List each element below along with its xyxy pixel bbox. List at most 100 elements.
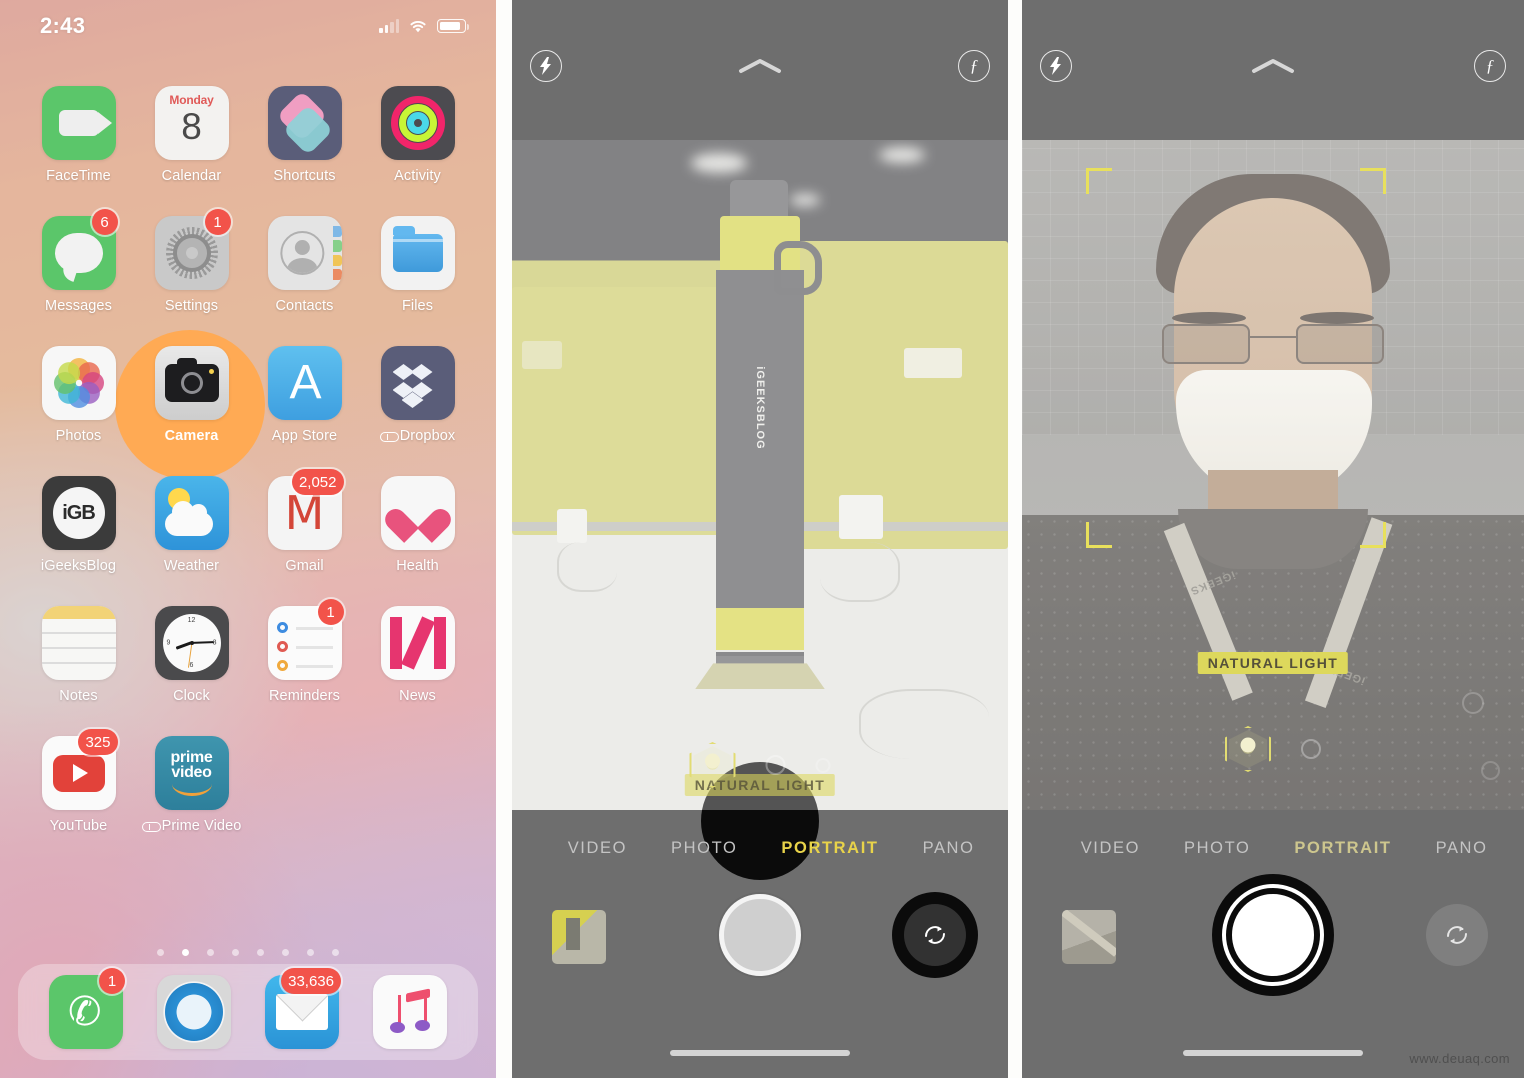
flip-camera-icon[interactable] <box>1426 904 1488 966</box>
flash-icon[interactable] <box>1040 50 1072 82</box>
page-dots[interactable] <box>0 949 496 956</box>
app-label: Shortcuts <box>273 168 336 184</box>
app-icon-notes[interactable]: Notes <box>22 606 135 704</box>
dock-item-safari[interactable] <box>157 975 231 1049</box>
lighting-option[interactable] <box>1462 692 1484 714</box>
camera-preview-rear[interactable]: iGEEKSBLOG NATURAL LIGHT <box>512 140 1008 810</box>
lighting-option[interactable] <box>1301 739 1321 759</box>
lighting-label: NATURAL LIGHT <box>1197 652 1349 674</box>
carabiner <box>774 240 822 295</box>
mode-portrait[interactable]: PORTRAIT <box>759 839 900 858</box>
app-icon-news[interactable]: News <box>361 606 474 704</box>
app-icon-app-store[interactable]: A App Store <box>248 346 361 444</box>
mode-selector[interactable]: VIDEO PHOTO PORTRAIT PANO <box>1022 828 1524 868</box>
calendar-weekday: Monday <box>169 93 214 107</box>
cellular-bars-icon <box>379 19 399 33</box>
notes-icon <box>41 606 116 680</box>
app-label: iGeeksBlog <box>40 558 117 574</box>
icloud-download-icon <box>141 819 161 832</box>
app-label: News <box>399 688 436 704</box>
portrait-lighting-cube-icon[interactable] <box>1225 726 1271 772</box>
app-label: Gmail <box>285 558 324 574</box>
shutter-row <box>1022 874 1524 1008</box>
app-icon-igeeksblog[interactable]: iGB iGeeksBlog <box>22 476 135 574</box>
app-icon-prime-video[interactable]: prime video Prime Video <box>135 736 248 834</box>
app-icon-weather[interactable]: Weather <box>135 476 248 574</box>
wifi-icon <box>410 20 426 32</box>
app-icon-health[interactable]: Health <box>361 476 474 574</box>
app-label: Activity <box>394 168 441 184</box>
app-label: Camera <box>164 428 219 444</box>
music-icon <box>373 975 447 1049</box>
f-stop-label: ƒ <box>969 56 979 75</box>
shutter-button[interactable] <box>719 894 801 976</box>
f-stop-icon[interactable]: ƒ <box>958 50 990 82</box>
app-icon-facetime[interactable]: FaceTime <box>22 86 135 184</box>
dock-item-music[interactable] <box>373 975 447 1049</box>
flash-icon[interactable] <box>530 50 562 82</box>
app-icon-files[interactable]: Files <box>361 216 474 314</box>
bottle-stand <box>695 663 825 690</box>
facetime-icon <box>41 86 116 160</box>
news-icon <box>380 606 455 680</box>
lighting-option[interactable] <box>765 755 786 775</box>
mode-video[interactable]: VIDEO <box>546 839 649 858</box>
mode-selector[interactable]: VIDEO PHOTO PORTRAIT PANO <box>512 828 1008 868</box>
mode-portrait[interactable]: PORTRAIT <box>1272 839 1413 858</box>
dock-item-phone[interactable]: 1 <box>49 968 125 1049</box>
app-icon-shortcuts[interactable]: Shortcuts <box>248 86 361 184</box>
app-icon-photos[interactable]: Photos <box>22 346 135 444</box>
last-photo-thumbnail[interactable] <box>1062 910 1116 964</box>
app-label: Messages <box>45 298 112 314</box>
shutter-button[interactable] <box>1232 894 1314 976</box>
lighting-option[interactable] <box>1481 761 1500 780</box>
app-icon-youtube[interactable]: 325 YouTube <box>22 729 135 834</box>
app-icon-settings[interactable]: 1 Settings <box>135 209 248 314</box>
icloud-download-icon <box>379 429 399 442</box>
badge-count: 1 <box>204 209 231 235</box>
lanyard-text: iGEEKS <box>1187 568 1237 598</box>
weather-icon <box>154 476 229 550</box>
status-indicators <box>379 19 470 34</box>
app-icon-gmail[interactable]: M 2,052 Gmail <box>248 469 361 574</box>
camera-top-bar: ƒ <box>1022 0 1524 140</box>
app-label: Dropbox <box>379 428 456 444</box>
badge-count: 1 <box>317 599 344 625</box>
scene-bottle: iGEEKSBLOG <box>512 140 1008 810</box>
app-icon-camera[interactable]: Camera <box>135 346 248 444</box>
home-screen-panel: 2:43 FaceTime Monday 8 Calendar Shortcut… <box>0 0 496 1078</box>
home-indicator <box>1183 1050 1363 1056</box>
portrait-lighting-picker[interactable] <box>1225 726 1321 772</box>
app-label: App Store <box>271 428 338 444</box>
app-icon-dropbox[interactable]: Dropbox <box>361 346 474 444</box>
last-photo-thumbnail[interactable] <box>552 910 606 964</box>
flip-camera-icon[interactable] <box>904 904 966 966</box>
badge-count: 325 <box>78 729 118 755</box>
portrait-lighting-picker[interactable] <box>689 742 831 788</box>
mode-ghost <box>524 839 546 858</box>
app-label: Settings <box>164 298 219 314</box>
f-stop-icon[interactable]: ƒ <box>1474 50 1506 82</box>
portrait-lighting-cube-icon[interactable] <box>689 742 736 788</box>
badge-count: 33,636 <box>281 968 341 994</box>
app-icon-reminders[interactable]: 1 Reminders <box>248 599 361 704</box>
app-label: Reminders <box>268 688 340 704</box>
lighting-option[interactable] <box>815 757 831 773</box>
mode-pano[interactable]: PANO <box>901 839 997 858</box>
dock-item-mail[interactable]: 33,636 <box>265 968 341 1049</box>
mode-photo[interactable]: PHOTO <box>649 839 759 858</box>
contacts-icon <box>267 216 342 290</box>
home-indicator <box>670 1050 850 1056</box>
mode-video[interactable]: VIDEO <box>1059 839 1162 858</box>
app-icon-clock[interactable]: 12 3 6 9 Clock <box>135 606 248 704</box>
app-icon-messages[interactable]: 6 Messages <box>22 209 135 314</box>
camera-preview-front[interactable]: iGEEKS iGEEKS NATURAL LIGHT <box>1022 140 1524 810</box>
app-label: Contacts <box>275 298 334 314</box>
app-icon-contacts[interactable]: Contacts <box>248 216 361 314</box>
app-icon-activity[interactable]: Activity <box>361 86 474 184</box>
mode-photo[interactable]: PHOTO <box>1162 839 1272 858</box>
app-icon-calendar[interactable]: Monday 8 Calendar <box>135 86 248 184</box>
chevron-up-icon[interactable] <box>1250 56 1296 76</box>
mode-pano[interactable]: PANO <box>1414 839 1510 858</box>
chevron-up-icon[interactable] <box>737 56 783 76</box>
